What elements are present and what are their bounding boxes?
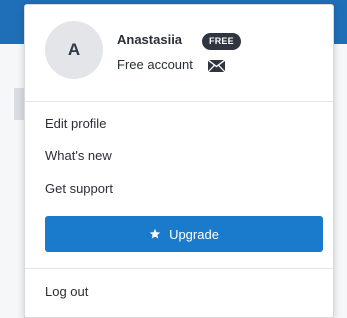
menu-item-whats-new[interactable]: What's new <box>45 148 112 163</box>
background-right-panel <box>333 44 347 318</box>
user-name: Anastasiia <box>117 32 183 47</box>
menu-item-get-support[interactable]: Get support <box>45 181 113 196</box>
divider <box>25 268 333 269</box>
profile-section: A Anastasiia FREE Free account <box>25 5 333 101</box>
menu-item-edit-profile[interactable]: Edit profile <box>45 116 106 131</box>
upgrade-button[interactable]: Upgrade <box>45 216 323 252</box>
upgrade-button-label: Upgrade <box>169 226 219 242</box>
plan-badge: FREE <box>202 33 241 50</box>
avatar[interactable]: A <box>45 21 103 79</box>
envelope-icon[interactable] <box>208 60 225 72</box>
star-icon <box>149 228 161 239</box>
divider <box>25 101 333 102</box>
account-type: Free account <box>117 57 193 72</box>
logout-button[interactable]: Log out <box>45 284 88 299</box>
account-dropdown-menu: A Anastasiia FREE Free account Edit prof… <box>24 4 334 318</box>
background-block <box>14 88 24 120</box>
background-sidebar <box>0 44 25 318</box>
